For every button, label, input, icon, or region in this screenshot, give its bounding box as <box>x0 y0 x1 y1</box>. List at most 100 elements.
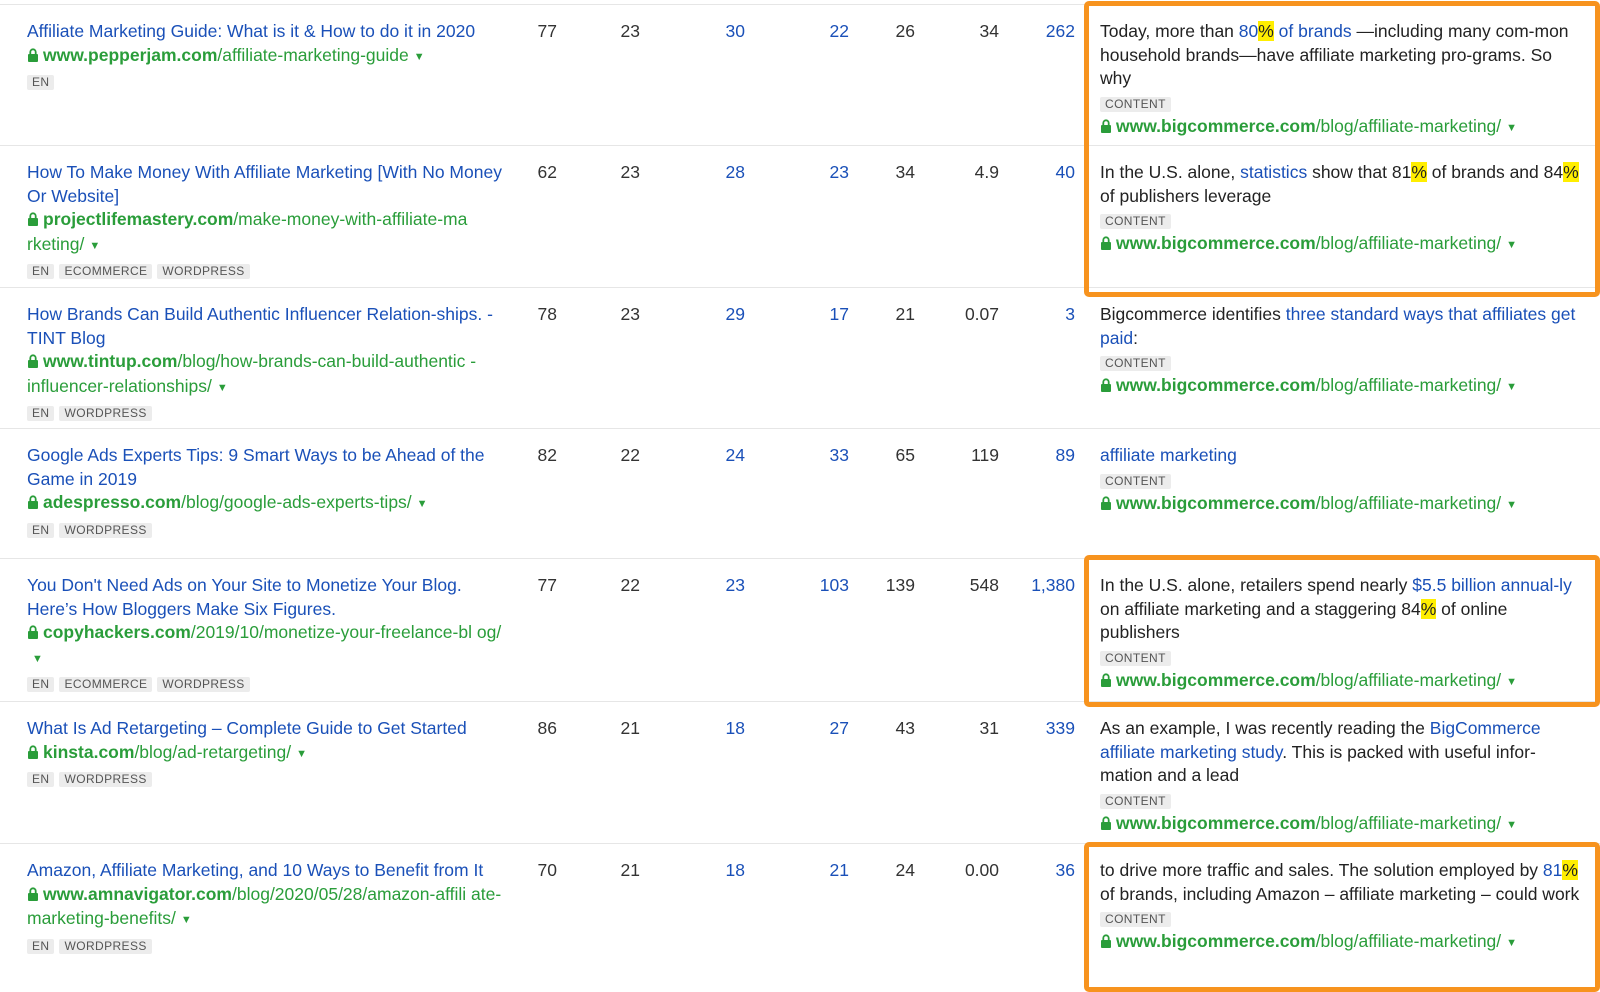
anchor-context-cell: Today, more than 80% of brands —includin… <box>1100 20 1580 140</box>
caret-down-icon[interactable]: ▼ <box>1506 814 1517 838</box>
page-title-link[interactable]: Google Ads Experts Tips: 9 Smart Ways to… <box>27 445 485 489</box>
page-title-link[interactable]: Affiliate Marketing Guide: What is it & … <box>27 21 475 41</box>
table-row: How To Make Money With Affiliate Marketi… <box>0 146 1600 288</box>
metric-referring-domains[interactable]: 30 <box>665 20 745 44</box>
lock-icon <box>1100 813 1112 837</box>
metric-links[interactable]: 339 <box>995 717 1075 741</box>
page-title-link[interactable]: How To Make Money With Affiliate Marketi… <box>27 162 502 206</box>
lock-icon <box>27 492 39 516</box>
page-url-link[interactable]: copyhackers.com/2019/10/monetize-your-fr… <box>27 622 501 642</box>
tag-badge: WORDPRESS <box>157 264 250 279</box>
page-title-link[interactable]: What Is Ad Retargeting – Complete Guide … <box>27 718 467 738</box>
target-url-link[interactable]: www.bigcommerce.com/blog/affiliate-marke… <box>1100 813 1501 833</box>
referring-page-cell: How Brands Can Build Authentic Influence… <box>27 303 509 421</box>
caret-down-icon[interactable]: ▼ <box>1506 494 1517 518</box>
caret-down-icon[interactable]: ▼ <box>32 648 43 672</box>
metric-referring-domains[interactable]: 18 <box>665 859 745 883</box>
lock-icon <box>1100 116 1112 140</box>
anchor-text: affiliate marketing <box>1100 444 1580 468</box>
metric-keywords: 24 <box>895 860 915 880</box>
search-highlight: % <box>1411 162 1427 182</box>
anchor-link[interactable]: affiliate marketing <box>1100 445 1237 465</box>
backlinks-table: Affiliate Marketing Guide: What is it & … <box>0 0 1600 992</box>
target-url-link[interactable]: www.bigcommerce.com/blog/affiliate-marke… <box>1100 233 1501 253</box>
metric-traffic: 0.07 <box>964 304 999 324</box>
tag-badge: EN <box>27 938 55 954</box>
table-row: Affiliate Marketing Guide: What is it & … <box>0 5 1600 146</box>
caret-down-icon[interactable]: ▼ <box>1506 117 1517 141</box>
metric-referring-domains[interactable]: 24 <box>665 444 745 468</box>
page-url-link[interactable]: adespresso.com/blog/google-ads-experts-t… <box>27 492 412 512</box>
page-title-link[interactable]: Amazon, Affiliate Marketing, and 10 Ways… <box>27 860 483 880</box>
tag-badge: EN <box>27 772 55 787</box>
table-row: Amazon, Affiliate Marketing, and 10 Ways… <box>0 844 1600 992</box>
anchor-link[interactable]: 80% of brands <box>1239 21 1352 41</box>
metric-traffic: 34 <box>979 21 999 41</box>
caret-down-icon[interactable]: ▼ <box>417 493 428 517</box>
caret-down-icon[interactable]: ▼ <box>1506 932 1517 956</box>
caret-down-icon[interactable]: ▼ <box>217 377 228 401</box>
caret-down-icon[interactable]: ▼ <box>89 235 100 259</box>
metric-referring-domains[interactable]: 18 <box>665 717 745 741</box>
page-url-link[interactable]: www.pepperjam.com/affiliate-marketing-gu… <box>27 45 409 65</box>
tag-badge: WORDPRESS <box>157 677 250 692</box>
anchor-link[interactable]: 81 <box>1543 860 1562 880</box>
anchor-context-cell: Bigcommerce identifies three standard wa… <box>1100 303 1580 400</box>
lock-icon <box>1100 375 1112 399</box>
target-url-link[interactable]: www.bigcommerce.com/blog/affiliate-marke… <box>1100 116 1501 136</box>
link-type-badge: CONTENT <box>1100 793 1171 809</box>
caret-down-icon[interactable]: ▼ <box>414 46 425 70</box>
metric-keywords: 34 <box>895 162 915 182</box>
referring-page-cell: Affiliate Marketing Guide: What is it & … <box>27 20 509 90</box>
target-url-link[interactable]: www.bigcommerce.com/blog/affiliate-marke… <box>1100 375 1501 395</box>
tag-badge: EN <box>27 264 55 279</box>
metric-traffic: 548 <box>969 575 999 595</box>
metric-dr: 82 <box>537 445 557 465</box>
caret-down-icon[interactable]: ▼ <box>296 743 307 767</box>
caret-down-icon[interactable]: ▼ <box>1506 376 1517 400</box>
link-type-badge: CONTENT <box>1100 356 1171 371</box>
anchor-link[interactable]: $5.5 billion annual-ly <box>1412 575 1572 595</box>
metric-links[interactable]: 3 <box>995 303 1075 327</box>
metric-referring-domains[interactable]: 29 <box>665 303 745 327</box>
search-highlight: % <box>1420 598 1437 619</box>
table-row: You Don't Need Ads on Your Site to Monet… <box>0 559 1600 702</box>
table-row: What Is Ad Retargeting – Complete Guide … <box>0 702 1600 844</box>
lock-icon <box>27 742 39 766</box>
anchor-text: Bigcommerce identifies three standard wa… <box>1100 304 1576 348</box>
page-url-link[interactable]: kinsta.com/blog/ad-retargeting/ <box>27 742 291 762</box>
link-type-badge: CONTENT <box>1100 912 1171 927</box>
metric-links[interactable]: 1,380 <box>995 574 1075 598</box>
tag-badge: WORDPRESS <box>59 772 152 787</box>
referring-page-cell: Google Ads Experts Tips: 9 Smart Ways to… <box>27 444 509 538</box>
lock-icon <box>1100 233 1112 257</box>
metric-referring-domains[interactable]: 23 <box>665 574 745 598</box>
anchor-text: to drive more traffic and sales. The sol… <box>1100 860 1580 904</box>
page-url-link[interactable]: www.amnavigator.com/blog/2020/05/28/amaz… <box>27 884 501 929</box>
referring-page-cell: What Is Ad Retargeting – Complete Guide … <box>27 717 509 787</box>
target-url-link[interactable]: www.bigcommerce.com/blog/affiliate-marke… <box>1100 670 1501 690</box>
tag-badge: EN <box>27 75 55 90</box>
metric-links[interactable]: 89 <box>995 444 1075 468</box>
tag-badge: EN <box>27 677 55 692</box>
target-url-link[interactable]: www.bigcommerce.com/blog/affiliate-marke… <box>1100 931 1501 951</box>
metric-traffic: 31 <box>979 718 999 738</box>
tag-badge: ECOMMERCE <box>59 677 153 692</box>
page-url-link[interactable]: www.tintup.com/blog/how-brands-can-build… <box>27 351 476 396</box>
link-type-badge: CONTENT <box>1100 214 1171 229</box>
referring-page-cell: Amazon, Affiliate Marketing, and 10 Ways… <box>27 859 509 954</box>
page-title-link[interactable]: How Brands Can Build Authentic Influence… <box>27 304 493 348</box>
metric-dr: 77 <box>537 21 557 41</box>
caret-down-icon[interactable]: ▼ <box>1506 234 1517 258</box>
metric-ur: 22 <box>620 445 640 465</box>
metric-ur: 23 <box>620 21 640 41</box>
page-title-link[interactable]: You Don't Need Ads on Your Site to Monet… <box>27 575 462 619</box>
anchor-link[interactable]: statistics <box>1240 162 1307 182</box>
caret-down-icon[interactable]: ▼ <box>181 909 192 933</box>
metric-links[interactable]: 40 <box>995 161 1075 185</box>
metric-links[interactable]: 262 <box>995 20 1075 44</box>
target-url-link[interactable]: www.bigcommerce.com/blog/affiliate-marke… <box>1100 493 1501 513</box>
caret-down-icon[interactable]: ▼ <box>1506 671 1517 695</box>
metric-links[interactable]: 36 <box>995 859 1075 883</box>
metric-referring-domains[interactable]: 28 <box>665 161 745 185</box>
